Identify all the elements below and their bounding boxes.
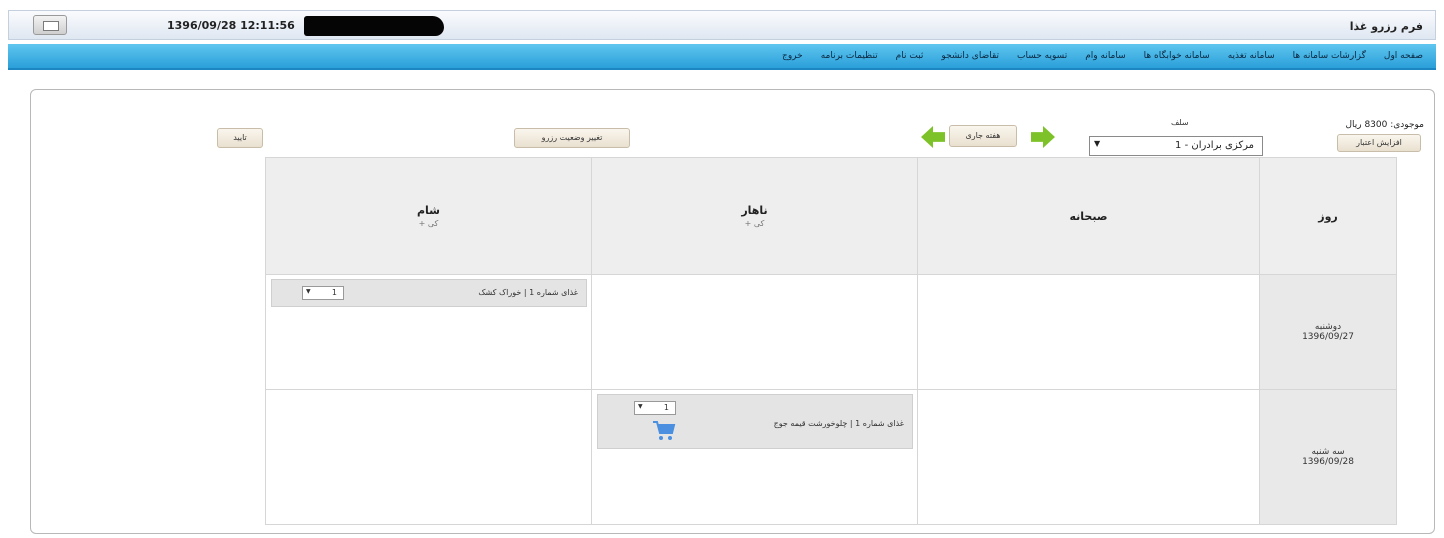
day-name: دوشنبه xyxy=(1314,322,1342,332)
self-select[interactable]: مرکزی برادران - 1 ▼ xyxy=(1089,136,1263,156)
header-breakfast: صبحانه xyxy=(917,157,1260,275)
lunch-toggle[interactable]: + کی xyxy=(592,219,917,228)
main-nav: صفحه اول گزارشات سامانه ها سامانه تغذیه … xyxy=(8,44,1436,70)
nav-item-settings[interactable]: تنظیمات برنامه xyxy=(812,51,887,61)
chevron-down-icon: ▼ xyxy=(1094,139,1101,148)
datetime: 1396/09/28 12:11:56 xyxy=(167,19,295,32)
header-lunch-label: ناهار xyxy=(741,204,768,217)
nav-item-dorms[interactable]: سامانه خوابگاه ها xyxy=(1135,51,1219,61)
nav-item-loan[interactable]: سامانه وام xyxy=(1076,51,1134,61)
row1-day-cell: دوشنبه 1396/09/27 xyxy=(1259,274,1397,390)
row2-day-cell: سه شنبه 1396/09/28 xyxy=(1259,389,1397,525)
header-dinner: شام + کی xyxy=(265,157,592,275)
header-lunch: ناهار + کی xyxy=(591,157,918,275)
table-row: غذای شماره 1 | چلوخورشت قیمه جوج 1 ▼ سه … xyxy=(265,389,1397,525)
prev-week-arrow-icon[interactable] xyxy=(921,126,945,148)
row1-breakfast-cell xyxy=(917,274,1260,390)
meal-item[interactable]: غذای شماره 1 | خوراک کشک 1 ▼ xyxy=(271,279,587,307)
credit-balance: موجودی: 8300 ریال xyxy=(1345,120,1424,130)
self-select-value: مرکزی برادران - 1 xyxy=(1175,140,1254,151)
row2-lunch-cell: غذای شماره 1 | چلوخورشت قیمه جوج 1 ▼ xyxy=(591,389,918,525)
header-dinner-label: شام xyxy=(416,204,440,217)
day-name: سه شنبه xyxy=(1311,447,1345,457)
next-week-arrow-icon[interactable] xyxy=(1031,126,1055,148)
header-day: روز xyxy=(1259,157,1397,275)
nav-item-settlement[interactable]: تسویه حساب xyxy=(1008,51,1076,61)
confirm-button[interactable]: تایید xyxy=(217,128,263,148)
nav-item-registration[interactable]: ثبت نام xyxy=(887,51,933,61)
current-week-button[interactable]: هفته جاری xyxy=(949,125,1017,147)
row1-lunch-cell xyxy=(591,274,918,390)
nav-item-food[interactable]: سامانه تغذیه xyxy=(1219,51,1284,61)
row2-dinner-cell xyxy=(265,389,592,525)
day-date: 1396/09/27 xyxy=(1302,332,1354,342)
meal-item-text: غذای شماره 1 | چلوخورشت قیمه جوج xyxy=(773,419,904,428)
table-row: غذای شماره 1 | خوراک کشک 1 ▼ دوشنبه 1396… xyxy=(265,274,1397,390)
nav-item-requests[interactable]: تقاضای دانشجو xyxy=(932,51,1008,61)
chevron-down-icon: ▼ xyxy=(638,403,643,410)
quantity-select[interactable]: 1 ▼ xyxy=(634,401,676,415)
weekly-meal-table: شام + کی ناهار + کی صبحانه روز غذای شمار… xyxy=(265,157,1397,525)
reservation-panel: موجودی: 8300 ریال افزایش اعتبار سلف مرکز… xyxy=(30,89,1435,534)
chevron-down-icon: ▼ xyxy=(306,288,311,295)
change-reserve-status-button[interactable]: تغییر وضعیت رزرو xyxy=(514,128,630,148)
day-date: 1396/09/28 xyxy=(1302,457,1354,467)
meal-item[interactable]: غذای شماره 1 | چلوخورشت قیمه جوج 1 ▼ xyxy=(597,394,913,449)
increase-credit-button[interactable]: افزایش اعتبار xyxy=(1337,134,1421,152)
row1-dinner-cell: غذای شماره 1 | خوراک کشک 1 ▼ xyxy=(265,274,592,390)
dinner-toggle[interactable]: + کی xyxy=(266,219,591,228)
row2-breakfast-cell xyxy=(917,389,1260,525)
nav-item-reports[interactable]: گزارشات سامانه ها xyxy=(1284,51,1375,61)
self-label: سلف xyxy=(1171,118,1189,127)
title-bar: 1396/09/28 12:11:56 فرم رزرو غذا xyxy=(8,10,1436,40)
meal-item-text: غذای شماره 1 | خوراک کشک xyxy=(478,288,578,297)
nav-item-home[interactable]: صفحه اول xyxy=(1375,51,1432,61)
table-header-row: شام + کی ناهار + کی صبحانه روز xyxy=(265,157,1397,275)
app-title: فرم رزرو غذا xyxy=(1349,20,1423,33)
redacted-user-name xyxy=(304,16,444,36)
cart-icon[interactable] xyxy=(652,420,676,442)
nav-item-logout[interactable]: خروج xyxy=(773,51,812,61)
quantity-select[interactable]: 1 ▼ xyxy=(302,286,344,300)
window-icon[interactable] xyxy=(33,15,67,35)
